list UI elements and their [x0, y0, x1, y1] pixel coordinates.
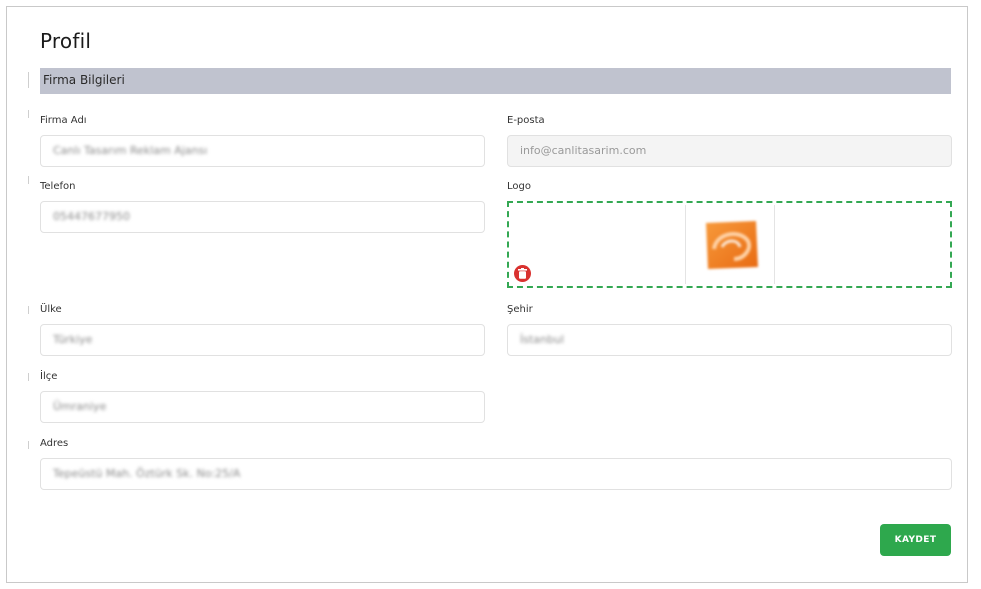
- page-title: Profil: [40, 29, 92, 53]
- left-edge-rule: [28, 176, 29, 184]
- country-label: Ülke: [40, 304, 62, 315]
- email-value: info@canlitasarim.com: [520, 144, 647, 157]
- country-input[interactable]: Türkiye: [40, 324, 485, 356]
- phone-value: 05447677950: [53, 210, 130, 223]
- phone-input[interactable]: 05447677950: [40, 201, 485, 233]
- delete-logo-button[interactable]: [514, 265, 531, 282]
- left-edge-rule: [28, 72, 29, 88]
- trash-icon: [518, 268, 527, 279]
- company-name-label: Firma Adı: [40, 115, 87, 126]
- district-value: Ümraniye: [53, 400, 107, 413]
- email-label: E-posta: [507, 115, 545, 126]
- address-input[interactable]: Tepeüstü Mah. Öztürk Sk. No:25/A: [40, 458, 952, 490]
- district-label: İlçe: [40, 371, 58, 382]
- city-value: İstanbul: [520, 333, 565, 346]
- left-edge-rule: [28, 110, 29, 118]
- left-edge-rule: [28, 441, 29, 449]
- logo-dropzone[interactable]: [507, 201, 952, 288]
- left-edge-rule: [28, 306, 29, 314]
- address-value: Tepeüstü Mah. Öztürk Sk. No:25/A: [53, 467, 241, 480]
- section-title: Firma Bilgileri: [43, 73, 125, 87]
- save-button[interactable]: KAYDET: [880, 524, 951, 556]
- country-value: Türkiye: [53, 333, 93, 346]
- district-input[interactable]: Ümraniye: [40, 391, 485, 423]
- logo-preview: [685, 205, 775, 284]
- company-name-value: Canlı Tasarım Reklam Ajansı: [53, 144, 208, 157]
- city-label: Şehir: [507, 304, 533, 315]
- section-header-firma-bilgileri: Firma Bilgileri: [40, 68, 951, 94]
- address-label: Adres: [40, 438, 69, 449]
- logo-label: Logo: [507, 181, 531, 192]
- company-logo-image: [706, 221, 758, 269]
- city-input[interactable]: İstanbul: [507, 324, 952, 356]
- left-edge-rule: [28, 373, 29, 381]
- email-input[interactable]: info@canlitasarim.com: [507, 135, 952, 167]
- phone-label: Telefon: [40, 181, 76, 192]
- company-name-input[interactable]: Canlı Tasarım Reklam Ajansı: [40, 135, 485, 167]
